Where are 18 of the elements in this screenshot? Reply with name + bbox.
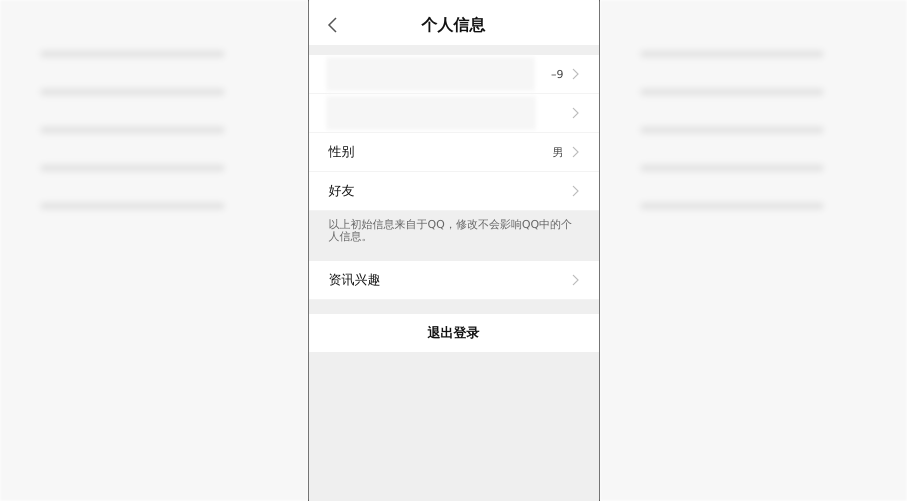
chevron-icon <box>572 107 578 119</box>
row-label: 性别 <box>328 144 354 161</box>
row-value: –9 <box>551 68 564 80</box>
settings-row[interactable]: 好友 <box>308 172 598 211</box>
info-note: 以上初始信息来自于QQ，修改不会影响QQ中的个人信息。 <box>328 217 574 245</box>
chevron-icon <box>572 68 578 80</box>
row-value: 男 <box>552 144 564 160</box>
row-label: 资讯兴趣 <box>328 272 380 289</box>
page-title: 个人信息 <box>422 14 486 36</box>
chevron-icon <box>572 274 578 286</box>
row-label: 好友 <box>328 183 354 200</box>
settings-row[interactable]: –9 <box>308 55 598 94</box>
back-icon[interactable] <box>326 17 336 33</box>
settings-row[interactable]: 性别 男 <box>308 133 598 172</box>
logout-button[interactable]: 退出登录 <box>308 314 598 352</box>
chevron-icon <box>572 146 578 158</box>
chevron-icon <box>572 185 578 197</box>
settings-row[interactable]: 资讯兴趣 <box>308 261 598 300</box>
